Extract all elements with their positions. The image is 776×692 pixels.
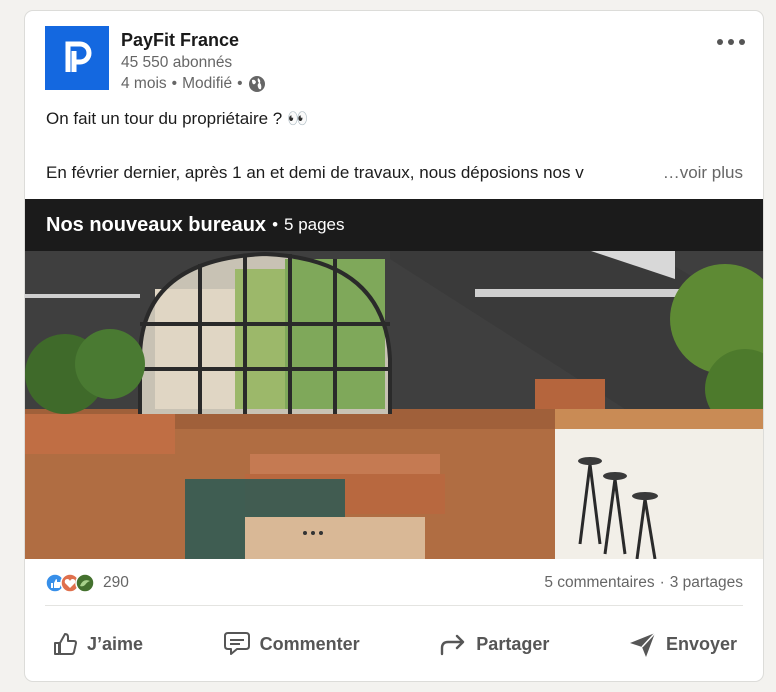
document-title-bar: Nos nouveaux bureaux • 5 pages — [25, 199, 763, 251]
post-text: On fait un tour du propriétaire ? 👀 En f… — [46, 107, 743, 185]
post-text-line: On fait un tour du propriétaire ? 👀 — [46, 109, 309, 128]
comment-button[interactable]: Commenter — [216, 626, 366, 662]
social-actions: J’aime Commenter Partager Envoyer — [45, 623, 743, 665]
edited-label: Modifié — [182, 75, 233, 92]
reactions-summary[interactable]: 290 — [45, 573, 129, 593]
share-button[interactable]: Partager — [432, 626, 555, 662]
support-icon — [75, 573, 95, 593]
send-button[interactable]: Envoyer — [622, 626, 743, 662]
post-header: PayFit France 45 550 abonnés 4 mois • Mo… — [45, 26, 745, 96]
document-carousel[interactable]: Nos nouveaux bureaux • 5 pages — [25, 199, 763, 559]
post-meta: 4 mois • Modifié • — [121, 73, 266, 94]
post-text-truncated: En février dernier, après 1 an et demi d… — [46, 163, 584, 182]
follower-count: 45 550 abonnés — [121, 54, 233, 71]
post-options-button[interactable] — [713, 30, 749, 54]
meta-dot: • — [171, 75, 178, 92]
like-label: J’aime — [87, 633, 144, 654]
like-button[interactable]: J’aime — [45, 626, 149, 662]
post-text-line: En février dernier, après 1 an et demi d… — [46, 161, 743, 185]
document-separator: • — [272, 215, 279, 234]
document-page-count: 5 pages — [284, 215, 345, 234]
share-label: Partager — [476, 633, 550, 654]
reactions-count: 290 — [103, 574, 129, 591]
post-time: 4 mois — [121, 75, 167, 92]
send-icon — [629, 632, 656, 657]
globe-icon — [248, 75, 265, 92]
comment-label: Commenter — [259, 633, 360, 654]
company-logo[interactable] — [45, 26, 109, 90]
comments-count-link[interactable]: 5 commentaires — [544, 574, 654, 592]
shares-count-link[interactable]: 3 partages — [670, 574, 743, 592]
meta-dot: • — [237, 75, 243, 92]
engagement-stats: 5 commentaires · 3 partages — [544, 574, 743, 592]
social-counts: 290 5 commentaires · 3 partages — [45, 571, 743, 595]
author-name[interactable]: PayFit France — [121, 28, 266, 52]
payfit-logo-icon — [65, 41, 92, 72]
stats-dot: · — [659, 574, 665, 591]
comment-icon — [223, 632, 250, 655]
document-title: Nos nouveaux bureaux — [46, 213, 267, 236]
more-horizontal-icon — [717, 39, 745, 45]
share-icon — [441, 634, 465, 656]
thumbs-up-icon — [54, 633, 77, 655]
reaction-icons — [45, 573, 95, 593]
feed-post-card: PayFit France 45 550 abonnés 4 mois • Mo… — [24, 10, 764, 682]
office-photo — [25, 199, 763, 559]
see-more-link[interactable]: …voir plus — [659, 161, 743, 185]
divider — [45, 605, 743, 606]
send-label: Envoyer — [665, 633, 737, 654]
author-info: PayFit France 45 550 abonnés 4 mois • Mo… — [121, 28, 266, 94]
